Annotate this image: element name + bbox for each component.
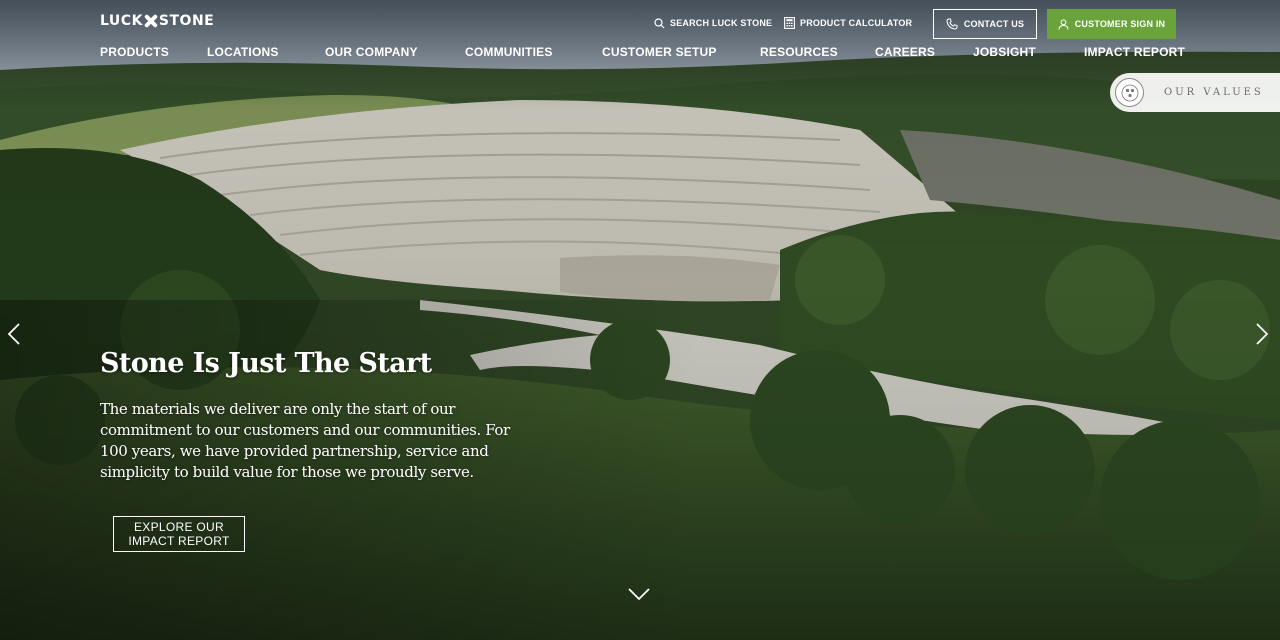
nav-item-locations[interactable]: LOCATIONS xyxy=(207,45,279,59)
nav-item-customer-setup[interactable]: CUSTOMER SETUP xyxy=(602,45,717,59)
contact-us-button[interactable]: CONTACT US xyxy=(933,9,1037,39)
customer-sign-in-label: CUSTOMER SIGN IN xyxy=(1074,19,1166,29)
values-badge-icon xyxy=(1115,78,1144,107)
hero-description: The materials we deliver are only the st… xyxy=(100,400,510,481)
logo-text-right: STONE xyxy=(158,13,215,29)
main-navigation: PRODUCTS LOCATIONS OUR COMPANY COMMUNITI… xyxy=(0,45,1280,61)
phone-icon xyxy=(946,18,958,30)
chevron-down-icon xyxy=(628,587,650,600)
nav-item-jobsight[interactable]: JOBSIGHT xyxy=(973,45,1036,59)
our-values-tab[interactable]: OUR VALUES xyxy=(1110,73,1280,112)
carousel-prev-button[interactable] xyxy=(4,320,24,348)
our-values-label: OUR VALUES xyxy=(1164,87,1264,98)
product-calculator-link[interactable]: PRODUCT CALCULATOR xyxy=(784,4,912,42)
nav-item-our-company[interactable]: OUR COMPANY xyxy=(325,45,418,59)
calculator-icon xyxy=(784,17,795,29)
hero-title: Stone Is Just The Start xyxy=(100,348,432,379)
nav-item-communities[interactable]: COMMUNITIES xyxy=(465,45,553,59)
nav-item-careers[interactable]: CAREERS xyxy=(875,45,935,59)
search-icon xyxy=(654,17,665,29)
product-calculator-label: PRODUCT CALCULATOR xyxy=(800,18,913,28)
scroll-down-button[interactable] xyxy=(626,584,652,604)
luck-stone-logo[interactable]: LUCK STONE xyxy=(100,13,214,29)
chevron-right-icon xyxy=(1256,323,1268,345)
cta-line-1: EXPLORE OUR xyxy=(134,520,224,534)
logo-x-mark-icon xyxy=(144,14,158,28)
nav-item-resources[interactable]: RESOURCES xyxy=(760,45,838,59)
nav-item-impact-report[interactable]: IMPACT REPORT xyxy=(1084,45,1185,59)
nav-item-products[interactable]: PRODUCTS xyxy=(100,45,169,59)
carousel-next-button[interactable] xyxy=(1252,320,1272,348)
search-link[interactable]: SEARCH LUCK STONE xyxy=(654,4,772,42)
chevron-left-icon xyxy=(8,323,20,345)
cta-line-2: IMPACT REPORT xyxy=(128,534,230,548)
contact-us-label: CONTACT US xyxy=(963,19,1025,29)
user-icon xyxy=(1058,18,1069,30)
logo-text-left: LUCK xyxy=(100,13,143,29)
search-label: SEARCH LUCK STONE xyxy=(670,18,773,28)
explore-impact-report-button[interactable]: EXPLORE OUR IMPACT REPORT xyxy=(113,516,245,552)
customer-sign-in-button[interactable]: CUSTOMER SIGN IN xyxy=(1047,9,1176,39)
